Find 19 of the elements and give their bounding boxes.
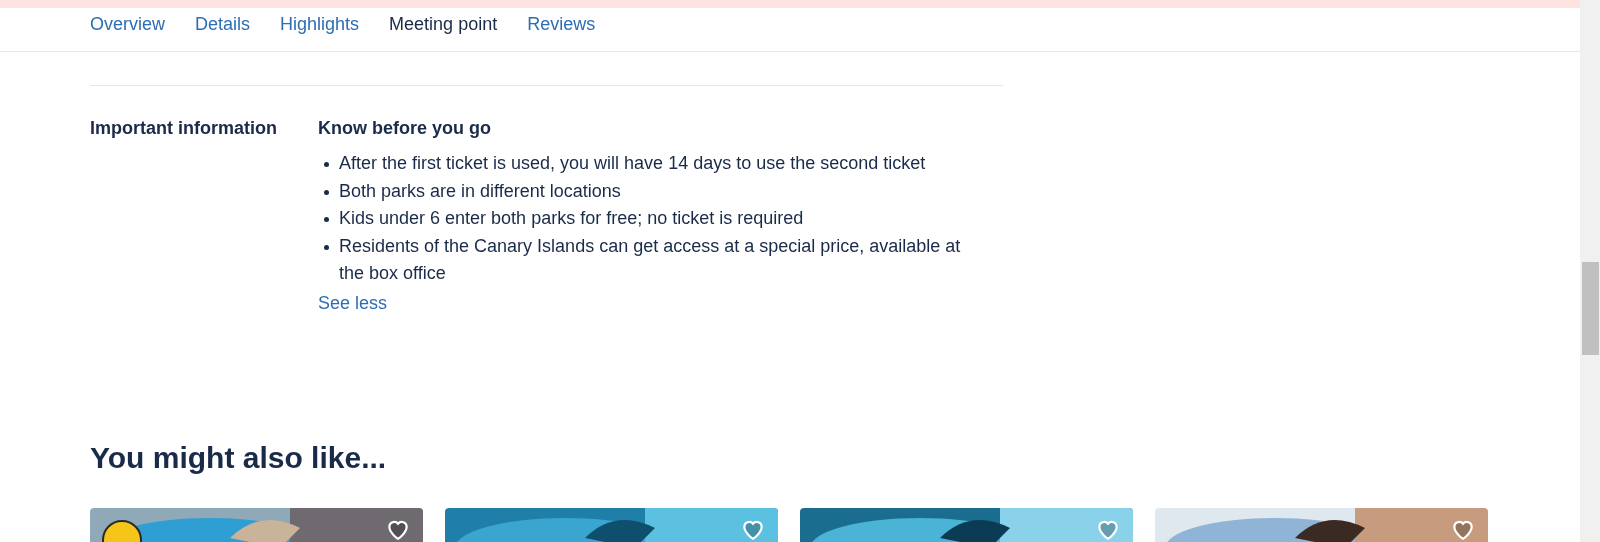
nav-tab[interactable]: Reviews [527,12,596,36]
nav-tab[interactable]: Details [195,12,251,36]
bullet-icon [324,244,329,250]
list-item-text: Kids under 6 enter both parks for free; no ticket is required [339,207,804,230]
nav-tab[interactable]: Overview [90,12,165,36]
bullet-icon [324,189,329,195]
bullet-icon [324,217,329,222]
list-item-text: Both parks are in different locations [339,179,621,203]
list-item-text: After the first ticket is used, you will have 14 days to use the second ticket [339,152,926,175]
nav-tab[interactable]: Meeting point [389,12,498,36]
nav-tab[interactable]: Highlights [280,12,360,36]
scrollbar-thumb[interactable] [1582,262,1599,355]
scrollbar[interactable] [1580,0,1600,542]
bullet-icon [324,162,329,167]
section-heading: You might also like... [90,439,388,476]
list-item-text: Residents of the Canary Islands can get access at a special price, available at the box office [339,234,962,285]
see-less-link[interactable]: See less [318,290,388,315]
section-label: Important information [90,117,278,140]
info-heading: Know before you go [318,117,492,140]
